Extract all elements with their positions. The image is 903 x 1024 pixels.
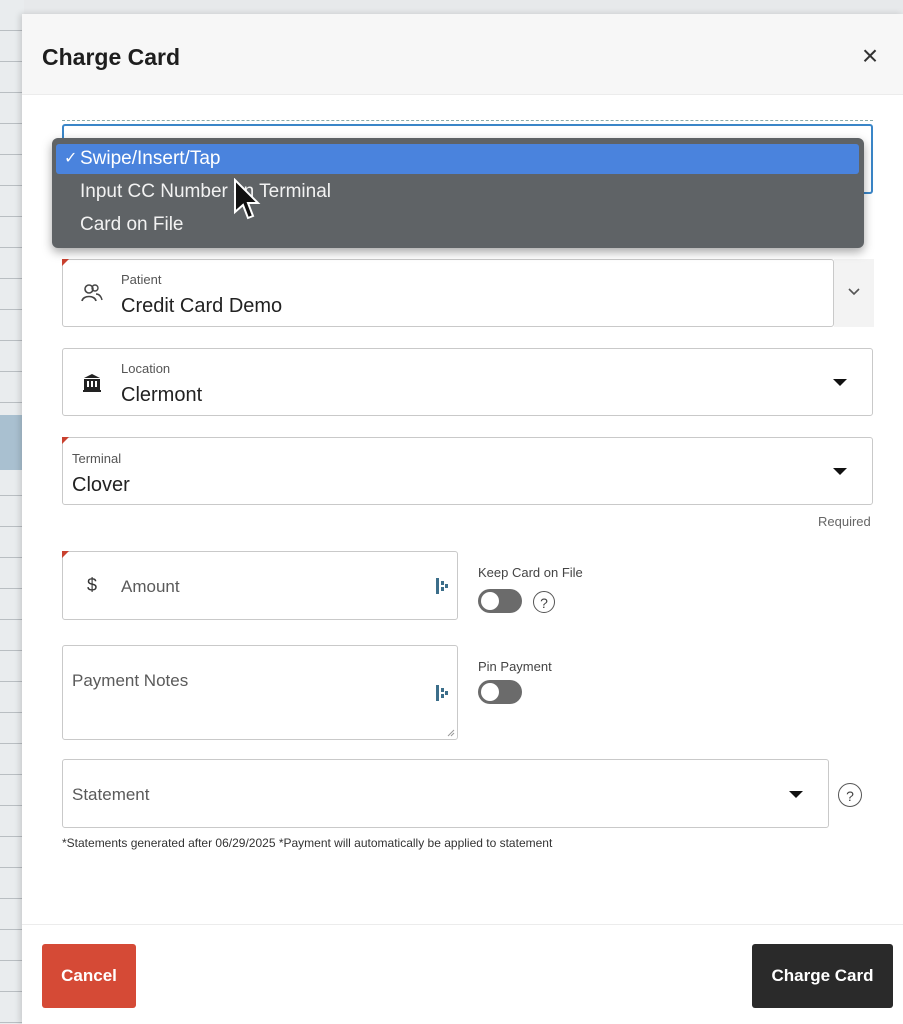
help-icon[interactable]: ?: [533, 591, 555, 613]
charge-card-button[interactable]: Charge Card: [752, 944, 893, 1008]
dialog-title: Charge Card: [42, 44, 181, 70]
required-marker: [62, 551, 69, 558]
amount-placeholder: Amount: [121, 577, 180, 596]
required-marker: [62, 437, 69, 444]
background-app-top: [0, 0, 903, 14]
building-icon: [83, 374, 101, 392]
background-app-list: [0, 0, 24, 1024]
people-icon: [81, 284, 103, 302]
keep-card-toggle[interactable]: [478, 589, 522, 613]
caret-down-icon: [833, 468, 847, 475]
statement-note: *Statements generated after 06/29/2025 *…: [62, 836, 553, 850]
amount-field[interactable]: $ Amount: [62, 551, 458, 620]
resize-handle-icon[interactable]: [446, 728, 455, 737]
option-label: Swipe/Insert/Tap: [80, 148, 221, 169]
footer-divider: [22, 924, 903, 925]
caret-down-icon: [833, 379, 847, 386]
caret-down-icon: [789, 791, 803, 798]
dollar-icon: $: [87, 575, 98, 595]
dialog-header: Charge Card ×: [22, 14, 903, 95]
location-value: Clermont: [121, 384, 203, 406]
cancel-button[interactable]: Cancel: [42, 944, 136, 1008]
pin-payment-toggle[interactable]: [478, 680, 522, 704]
patient-value: Credit Card Demo: [121, 295, 283, 317]
terminal-label: Terminal: [72, 451, 122, 466]
statement-select[interactable]: Statement: [62, 759, 829, 828]
focus-outline: [62, 120, 873, 121]
patient-label: Patient: [121, 272, 162, 287]
required-note: Required: [818, 514, 871, 529]
keep-card-label: Keep Card on File: [478, 565, 583, 580]
autofill-icon: [436, 685, 448, 701]
option-swipe-insert-tap[interactable]: ✓ Swipe/Insert/Tap: [56, 144, 859, 174]
payment-method-dropdown: ✓ Swipe/Insert/Tap Input CC Number on Te…: [52, 138, 864, 248]
patient-expand-button[interactable]: [834, 259, 874, 327]
required-marker: [62, 259, 69, 266]
terminal-select[interactable]: Terminal Clover: [62, 437, 873, 505]
close-icon[interactable]: ×: [858, 42, 882, 70]
option-input-cc-number[interactable]: Input CC Number on Terminal: [52, 177, 864, 207]
statement-placeholder: Statement: [72, 785, 150, 804]
location-select[interactable]: Location Clermont: [62, 348, 873, 416]
patient-field[interactable]: Patient Credit Card Demo: [62, 259, 834, 327]
option-label: Input CC Number on Terminal: [80, 181, 331, 202]
option-card-on-file[interactable]: Card on File: [52, 210, 864, 240]
pin-payment-label: Pin Payment: [478, 659, 552, 674]
payment-notes-placeholder: Payment Notes: [72, 671, 189, 690]
location-label: Location: [121, 361, 171, 376]
mouse-cursor-icon: [234, 178, 261, 220]
payment-notes-textarea[interactable]: Payment Notes: [62, 645, 458, 740]
check-icon: ✓: [64, 150, 78, 167]
option-label: Card on File: [80, 214, 184, 235]
terminal-value: Clover: [72, 474, 130, 496]
chevron-down-icon: [848, 288, 860, 296]
help-icon[interactable]: ?: [838, 783, 862, 807]
charge-card-dialog: Charge Card × Patient Credit Card Demo L…: [22, 14, 903, 1024]
autofill-icon: [436, 578, 448, 594]
